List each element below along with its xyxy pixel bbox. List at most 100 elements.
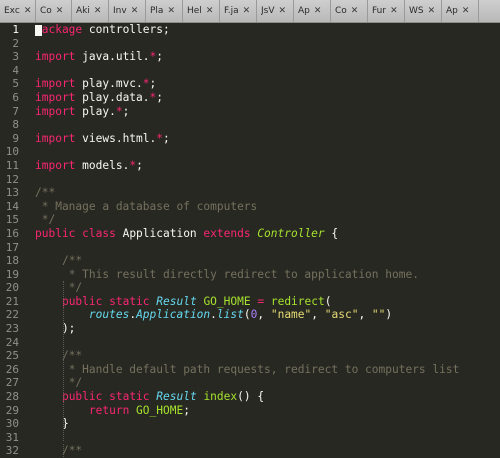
tab[interactable]: F.ja ✕ — [220, 0, 257, 22]
code-token: ); — [35, 322, 76, 336]
line-number: 1 — [12, 23, 19, 36]
code-editor[interactable]: 1 2 3 4 5 6 7 8 9 10 11 12 13 14 15 16 17 18 19 20 21 22 23 24 2… — [0, 23, 500, 457]
tab[interactable]: Inv ✕ — [109, 0, 146, 22]
code-line: import play.data.*; — [35, 91, 500, 105]
line-number: 10 — [5, 145, 19, 159]
tab-close-icon[interactable]: ✕ — [390, 6, 398, 16]
tab[interactable]: WS ✕ — [405, 0, 442, 22]
line-number: 12 — [5, 172, 19, 186]
code-line: public static Result index() { — [35, 390, 500, 404]
line-number: 7 — [12, 104, 19, 118]
tab[interactable]: Aki ✕ — [72, 0, 109, 22]
line-number: 8 — [12, 118, 19, 132]
code-token: Application — [122, 226, 204, 240]
code-token: */ — [35, 213, 56, 227]
tab[interactable]: Co ✕ — [36, 0, 72, 22]
code-token: play. — [82, 104, 116, 118]
code-line: import models.*; — [35, 159, 500, 173]
line-number: 31 — [5, 430, 19, 444]
code-token: ; — [156, 90, 164, 104]
code-token: static — [109, 390, 157, 404]
line-number: 2 — [12, 36, 19, 50]
code-token: * Manage a database of computers — [35, 199, 258, 213]
tab-close-icon[interactable]: ✕ — [206, 6, 214, 16]
code-line: } — [35, 417, 500, 431]
code-token: "asc" — [324, 308, 359, 322]
code-area[interactable]: package controllers; import java.util.*; i… — [35, 23, 500, 457]
code-token: import — [35, 104, 83, 118]
code-token: Result — [156, 294, 197, 308]
tab-label: Co — [40, 6, 52, 16]
code-token: ) — [385, 308, 393, 322]
line-number: 23 — [5, 322, 19, 336]
code-token: ; — [136, 158, 143, 172]
code-line: /** — [35, 254, 500, 268]
code-token: public — [35, 226, 83, 240]
code-token: "" — [371, 308, 386, 322]
code-token: * — [142, 77, 150, 91]
code-token: import — [35, 131, 83, 145]
code-token: Controller — [257, 226, 325, 240]
line-number: 15 — [5, 213, 19, 227]
tab[interactable]: Pla ✕ — [146, 0, 183, 22]
tab[interactable]: Hel ✕ — [183, 0, 220, 22]
tab-close-icon[interactable]: ✕ — [167, 6, 175, 16]
tab[interactable]: Ap ✕ — [294, 0, 331, 22]
code-token: public — [61, 294, 110, 308]
tab-close-icon[interactable]: ✕ — [279, 6, 287, 16]
tab-close-icon[interactable]: ✕ — [56, 6, 64, 16]
code-token: play.mvc. — [82, 77, 143, 91]
tab-label: F.ja — [224, 6, 239, 16]
code-token: return — [88, 403, 137, 417]
code-line: public class Application extends Control… — [35, 227, 500, 241]
code-token: * This result directly redirect to appli… — [61, 267, 419, 281]
code-token: Result — [156, 390, 197, 404]
tab-close-icon[interactable]: ✕ — [131, 6, 139, 16]
code-token: routes — [88, 308, 130, 322]
line-number: 27 — [5, 376, 19, 390]
code-token: views.html. — [82, 131, 157, 145]
code-token: /** — [35, 186, 56, 200]
tab-close-icon[interactable]: ✕ — [24, 6, 32, 16]
code-token: static — [109, 294, 157, 308]
code-token: * — [156, 131, 163, 145]
code-token: Application — [136, 308, 211, 322]
line-number: 6 — [12, 90, 19, 104]
code-token: , — [358, 308, 372, 322]
line-number: 17 — [5, 240, 19, 254]
tab-close-icon[interactable]: ✕ — [243, 6, 251, 16]
tab[interactable]: Exc ✕ — [0, 0, 36, 22]
code-token: controllers; — [88, 23, 170, 36]
tab-close-icon[interactable]: ✕ — [314, 6, 322, 16]
tab[interactable]: Ap ✕ — [442, 0, 479, 22]
tab-close-icon[interactable]: ✕ — [462, 6, 470, 16]
line-number: 9 — [12, 131, 19, 145]
code-line: return GO_HOME; — [35, 404, 500, 418]
code-line: /** — [35, 349, 500, 363]
code-token: /** — [61, 254, 83, 268]
indent-guide — [63, 444, 64, 457]
line-number: 14 — [5, 199, 19, 213]
code-token: */ — [61, 281, 83, 295]
line-number: 25 — [5, 349, 19, 363]
tab[interactable]: Co ✕ — [331, 0, 368, 22]
code-line: /** — [35, 186, 500, 200]
tab-close-icon[interactable]: ✕ — [94, 6, 102, 16]
code-token: extends — [203, 226, 258, 240]
tab[interactable]: JsV ✕ — [257, 0, 294, 22]
code-line: /** — [35, 444, 500, 458]
code-token: import — [35, 90, 83, 104]
tab[interactable]: Fur ✕ — [368, 0, 405, 22]
tab-close-icon[interactable]: ✕ — [428, 6, 436, 16]
code-line: ); — [35, 322, 500, 336]
tab-close-icon[interactable]: ✕ — [351, 6, 359, 16]
code-line: import views.html.*; — [35, 132, 500, 146]
code-line: package controllers; — [35, 23, 500, 37]
